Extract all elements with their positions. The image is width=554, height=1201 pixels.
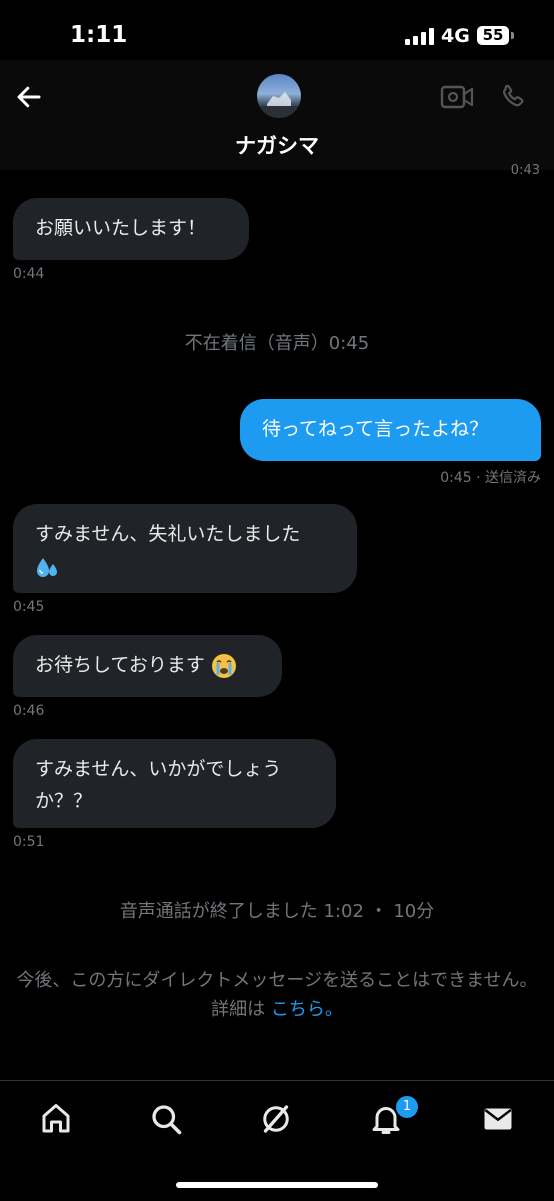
- message-text: すみません、いかがでしょう: [35, 758, 282, 780]
- notification-badge: 1: [394, 1094, 420, 1120]
- message-timestamp: 0:51: [13, 834, 45, 850]
- message-text: お願いいたします！: [35, 217, 207, 239]
- previous-timestamp: 0:43: [510, 163, 540, 178]
- home-icon[interactable]: [38, 1101, 74, 1137]
- received-message[interactable]: すみません、いかがでしょう か？？: [13, 739, 336, 828]
- avatar[interactable]: [257, 74, 301, 118]
- network-type: 4G: [441, 25, 470, 47]
- message-text: お待ちしております: [35, 654, 205, 676]
- message-text: か？？: [35, 790, 93, 812]
- battery-icon: 55: [477, 26, 509, 45]
- received-message[interactable]: お願いいたします！: [13, 198, 249, 260]
- signal-icon: [405, 27, 434, 45]
- home-indicator: [176, 1182, 378, 1188]
- sent-message[interactable]: 待ってねって言ったよね？: [240, 399, 541, 461]
- message-timestamp: 0:46: [13, 703, 45, 719]
- message-timestamp: 0:45 · 送信済み: [440, 470, 541, 486]
- received-message[interactable]: お待ちしております: [13, 635, 282, 697]
- video-call-icon[interactable]: [440, 84, 474, 110]
- phone-call-icon[interactable]: [498, 82, 528, 112]
- missed-call-notice: 不在着信（音声）0:45: [184, 333, 370, 354]
- call-ended-notice: 音声通話が終了しました 1:02 ・ 10分: [119, 901, 435, 922]
- dm-restriction-notice: 今後、この方にダイレクトメッセージを送ることはできません。詳細は こちら。: [14, 966, 540, 1024]
- contact-name[interactable]: ナガシマ: [0, 130, 554, 160]
- search-icon[interactable]: [148, 1101, 184, 1137]
- details-link[interactable]: こちら。: [271, 999, 343, 1020]
- back-arrow-icon[interactable]: [14, 82, 44, 112]
- message-text: すみません、失礼いたしました: [35, 523, 301, 545]
- message-timestamp: 0:44: [13, 266, 45, 282]
- loudly-crying-face-emoji: [211, 653, 236, 678]
- received-message[interactable]: すみません、失礼いたしました: [13, 504, 357, 593]
- mail-icon[interactable]: [480, 1101, 516, 1137]
- message-timestamp: 0:45: [13, 599, 45, 615]
- clock: 1:11: [70, 22, 128, 48]
- sweat-droplets-emoji: [37, 557, 57, 577]
- message-text: 待ってねって言ったよね？: [262, 418, 489, 440]
- battery-tip: [511, 32, 514, 39]
- grok-icon[interactable]: [258, 1101, 294, 1137]
- conversation-header: ナガシマ: [0, 60, 554, 170]
